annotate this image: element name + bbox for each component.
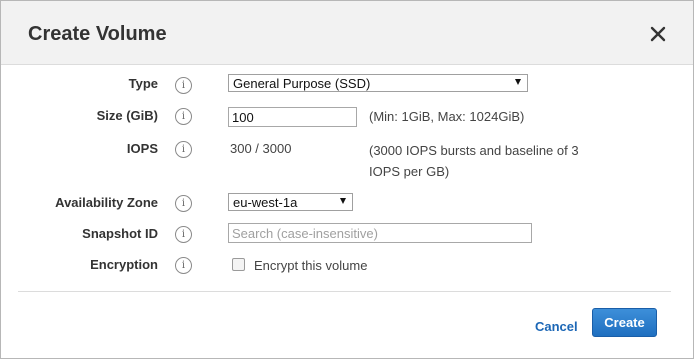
iops-value: 300 / 3000 xyxy=(230,141,292,156)
chevron-down-icon xyxy=(340,198,346,204)
size-label: Size (GiB) xyxy=(96,108,158,123)
info-icon[interactable]: i xyxy=(175,77,192,94)
info-icon[interactable]: i xyxy=(175,226,192,243)
iops-hint: (3000 IOPS bursts and baseline of 3 IOPS… xyxy=(369,140,579,182)
iops-hint-line1: (3000 IOPS bursts and baseline of 3 xyxy=(369,143,579,158)
encryption-label: Encryption xyxy=(90,257,158,272)
availability-zone-select[interactable]: eu-west-1a xyxy=(228,193,353,211)
availability-zone-value: eu-west-1a xyxy=(233,195,298,210)
encrypt-checkbox[interactable] xyxy=(232,258,245,271)
close-icon[interactable] xyxy=(649,25,667,43)
info-icon[interactable]: i xyxy=(175,257,192,274)
cancel-button[interactable]: Cancel xyxy=(535,319,578,334)
chevron-down-icon xyxy=(515,79,521,85)
info-icon[interactable]: i xyxy=(175,195,192,212)
availability-zone-label: Availability Zone xyxy=(55,195,158,210)
dialog-title: Create Volume xyxy=(28,23,167,45)
snapshot-id-label: Snapshot ID xyxy=(82,226,158,241)
type-label: Type xyxy=(128,76,158,91)
size-input[interactable] xyxy=(228,107,357,127)
dialog-header: Create Volume xyxy=(1,1,693,65)
create-volume-dialog: Create Volume Type i General Purpose (SS… xyxy=(0,0,694,359)
type-select[interactable]: General Purpose (SSD) xyxy=(228,74,528,92)
info-icon[interactable]: i xyxy=(175,141,192,158)
footer-divider xyxy=(18,291,671,292)
create-button[interactable]: Create xyxy=(592,308,657,337)
encrypt-checkbox-label[interactable]: Encrypt this volume xyxy=(254,258,367,273)
info-icon[interactable]: i xyxy=(175,108,192,125)
snapshot-id-input[interactable] xyxy=(228,223,532,243)
type-select-value: General Purpose (SSD) xyxy=(233,76,371,91)
iops-hint-line2: IOPS per GB) xyxy=(369,164,450,179)
iops-label: IOPS xyxy=(126,141,158,156)
size-hint: (Min: 1GiB, Max: 1024GiB) xyxy=(369,109,525,124)
